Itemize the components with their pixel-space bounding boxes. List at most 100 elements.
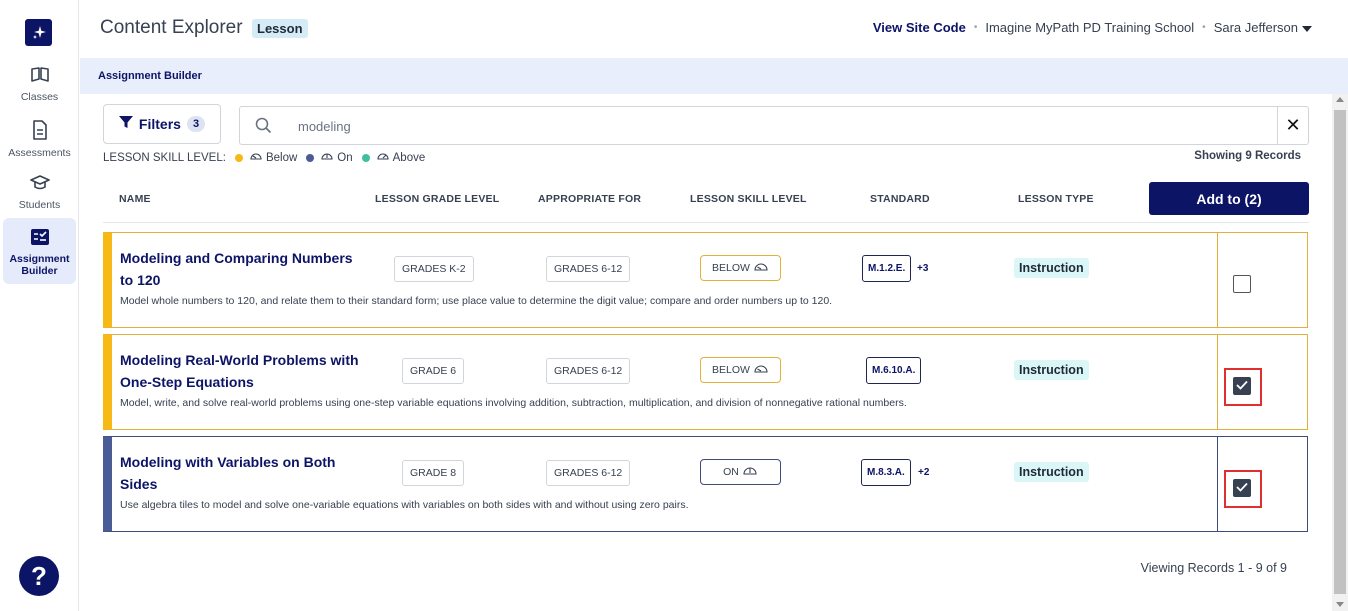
scroll-down-icon[interactable] (1336, 602, 1344, 607)
graduation-cap-icon (29, 174, 50, 197)
skill-level-legend: LESSON SKILL LEVEL: Below On Above (103, 150, 425, 165)
records-count: Showing 9 Records (1194, 150, 1301, 162)
below-dot-icon (234, 153, 243, 162)
filters-button[interactable]: Filters 3 (103, 104, 221, 144)
book-open-icon (30, 66, 50, 89)
lesson-description: Use algebra tiles to model and solve one… (120, 499, 689, 511)
column-header-standard[interactable]: STANDARD (870, 193, 930, 205)
lesson-name[interactable]: Modeling Real-World Problems with One-St… (120, 349, 360, 393)
standard-code[interactable]: M.1.2.E. (862, 255, 912, 282)
breadcrumb-item[interactable]: Assignment Builder (98, 70, 202, 82)
column-header-name[interactable]: NAME (119, 193, 151, 205)
add-to-button[interactable]: Add to (2) (1149, 182, 1309, 215)
table-row: Modeling and Comparing Numbers to 120 Mo… (103, 232, 1308, 328)
content-type-badge: Lesson (252, 19, 308, 38)
appropriate-for-pill: GRADES 6-12 (546, 460, 631, 486)
more-standards-count[interactable]: +3 (917, 263, 928, 274)
page-title: Content Explorer (100, 17, 243, 38)
school-name: Imagine MyPath PD Training School (985, 20, 1195, 35)
skill-level-label: ON (723, 466, 739, 478)
table-row: Modeling with Variables on Both Sides Us… (103, 436, 1308, 532)
standard-code[interactable]: M.8.3.A. (861, 459, 911, 486)
select-cell (1217, 335, 1307, 429)
skill-level-badge: ON (700, 459, 781, 485)
column-header-skill-level[interactable]: LESSON SKILL LEVEL (690, 193, 807, 205)
appropriate-for-pill: GRADES 6-12 (546, 358, 631, 384)
app-logo-icon[interactable] (25, 19, 52, 46)
column-header-grade-level[interactable]: LESSON GRADE LEVEL (375, 193, 499, 205)
sidebar-item-label: Assessments (8, 147, 71, 159)
document-icon (32, 120, 48, 145)
pagination-status: Viewing Records 1 - 9 of 9 (1140, 561, 1287, 575)
separator-dot: • (1202, 22, 1206, 33)
sidebar-item-label: Assignment Builder (9, 253, 70, 277)
select-checkbox[interactable] (1233, 377, 1251, 395)
grade-level-pill: GRADES K-2 (394, 256, 474, 282)
gauge-above-icon (376, 150, 390, 165)
vertical-scrollbar[interactable] (1332, 94, 1348, 611)
user-name: Sara Jefferson (1213, 20, 1298, 35)
lesson-type-badge: Instruction (1014, 258, 1089, 278)
scroll-up-icon[interactable] (1336, 97, 1344, 102)
select-cell (1217, 233, 1307, 327)
sidebar-item-assignment-builder[interactable]: Assignment Builder (3, 218, 76, 284)
breadcrumb: Assignment Builder (80, 58, 1348, 94)
checkmark-icon (1236, 377, 1248, 395)
scrollbar-thumb[interactable] (1334, 110, 1346, 594)
gauge-on-icon (742, 464, 758, 480)
caret-down-icon (1302, 25, 1312, 32)
search-icon (255, 117, 272, 139)
skill-level-label: BELOW (712, 262, 750, 274)
above-dot-icon (361, 153, 370, 162)
lesson-type-badge: Instruction (1014, 462, 1089, 482)
checklist-icon (30, 228, 50, 251)
sidebar: Classes Assessments Students Assignment … (0, 0, 79, 611)
on-dot-icon (306, 153, 315, 162)
search-box: ✕ (239, 106, 1309, 145)
select-checkbox[interactable] (1233, 479, 1251, 497)
skill-level-badge: BELOW (700, 357, 781, 383)
filter-icon (118, 115, 133, 134)
clear-search-button[interactable]: ✕ (1277, 107, 1308, 144)
gauge-below-icon (753, 362, 769, 378)
grade-level-pill: GRADE 8 (402, 460, 465, 486)
column-header-appropriate-for[interactable]: APPROPRIATE FOR (538, 193, 641, 205)
search-input[interactable] (298, 116, 1198, 136)
gauge-below-icon (249, 150, 263, 165)
separator-dot: • (973, 22, 978, 33)
help-button[interactable]: ? (19, 556, 59, 596)
sidebar-item-classes[interactable]: Classes (3, 62, 76, 112)
legend-title: LESSON SKILL LEVEL: (103, 151, 226, 164)
legend-on-label: On (337, 151, 353, 164)
legend-below-label: Below (265, 151, 298, 164)
standard-code[interactable]: M.6.10.A. (866, 357, 922, 384)
skill-level-badge: BELOW (700, 255, 781, 281)
lesson-name[interactable]: Modeling and Comparing Numbers to 120 (120, 247, 360, 291)
appropriate-for-pill: GRADES 6-12 (546, 256, 631, 282)
lesson-description: Model whole numbers to 120, and relate t… (120, 295, 833, 307)
select-checkbox[interactable] (1233, 275, 1251, 293)
view-site-code-link[interactable]: View Site Code (873, 20, 966, 35)
table-row: Modeling Real-World Problems with One-St… (103, 334, 1308, 430)
filters-count-badge: 3 (186, 116, 206, 132)
more-standards-count[interactable]: +2 (918, 467, 929, 478)
header-right: View Site Code • Imagine MyPath PD Train… (873, 20, 1312, 35)
gauge-on-icon (320, 150, 334, 165)
column-header-lesson-type[interactable]: LESSON TYPE (1018, 193, 1094, 205)
legend-above-label: Above (392, 151, 426, 164)
sidebar-item-label: Students (18, 199, 61, 211)
header-divider (103, 222, 1309, 223)
filters-label: Filters (138, 116, 181, 132)
lesson-description: Model, write, and solve real-world probl… (120, 397, 907, 409)
sidebar-item-assessments[interactable]: Assessments (3, 116, 76, 166)
sidebar-item-label: Classes (20, 91, 59, 103)
close-icon: ✕ (1285, 115, 1301, 135)
select-cell (1217, 437, 1307, 531)
checkmark-icon (1236, 479, 1248, 497)
page-header: Content Explorer Lesson View Site Code •… (80, 0, 1348, 58)
user-menu[interactable]: Sara Jefferson (1214, 20, 1312, 35)
gauge-below-icon (753, 260, 769, 276)
lesson-name[interactable]: Modeling with Variables on Both Sides (120, 451, 360, 495)
sidebar-item-students[interactable]: Students (3, 170, 76, 220)
lesson-type-badge: Instruction (1014, 360, 1089, 380)
